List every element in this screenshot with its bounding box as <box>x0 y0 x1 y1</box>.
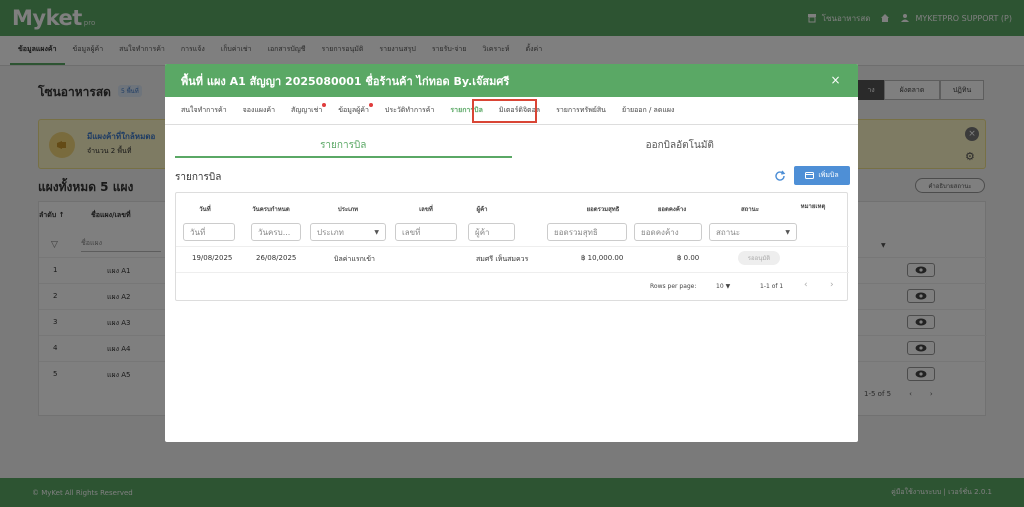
add-bill-label: เพิ่มบิล <box>818 171 839 179</box>
bill-net-total: ฿ 10,000.00 <box>581 254 624 262</box>
col-net-total[interactable]: ยอดรวมสุทธิ <box>562 204 644 214</box>
filter-placeholder: สถานะ <box>716 227 740 237</box>
tab-assets[interactable]: รายการทรัพย์สิน <box>548 105 614 116</box>
bill-due-date: 26/08/2025 <box>256 254 297 262</box>
number-filter[interactable]: เลขที่ <box>395 223 457 241</box>
due-date-filter[interactable]: วันครบ... <box>251 223 301 241</box>
bill-table: วันที่ วันครบกำหนด ประเภท เลขที่ ผู้ค้า … <box>175 192 849 301</box>
col-number[interactable]: เลขที่ <box>396 204 456 214</box>
col-date[interactable]: วันที่ <box>176 204 234 214</box>
tab-booking[interactable]: จองแผงค้า <box>235 105 283 116</box>
col-due-date[interactable]: วันครบกำหนด <box>242 204 300 214</box>
row-divider <box>176 246 849 247</box>
tab-trade-history[interactable]: ประวัติทำการค้า <box>377 105 443 116</box>
subtab-auto-bill[interactable]: ออกบิลอัตโนมัติ <box>512 132 849 158</box>
col-merchant[interactable]: ผู้ค้า <box>452 204 512 214</box>
alert-dot <box>322 103 327 107</box>
status-filter[interactable]: สถานะ ▼ <box>709 223 797 241</box>
type-filter[interactable]: ประเภท ▼ <box>310 223 386 241</box>
tab-label: รายการทรัพย์สิน <box>556 106 606 114</box>
tab-lease[interactable]: สัญญาเช่า <box>283 103 330 116</box>
chevron-down-icon: ▼ <box>785 229 790 236</box>
chevron-left-icon[interactable]: ‹ <box>804 280 808 290</box>
filter-placeholder: เลขที่ <box>402 227 421 237</box>
add-bill-button[interactable]: เพิ่มบิล <box>794 166 850 185</box>
filter-placeholder: ประเภท <box>317 227 344 237</box>
tab-label: ย้ายออก / ลดแผง <box>621 106 675 114</box>
refresh-icon[interactable] <box>774 170 786 182</box>
filter-placeholder: วันที่ <box>190 227 206 237</box>
col-balance[interactable]: ยอดคงค้าง <box>638 204 706 214</box>
col-note[interactable]: หมายเหตุ <box>778 201 848 211</box>
tab-label: จองแผงค้า <box>242 106 276 114</box>
tab-label: ข้อมูลผู้ค้า <box>338 106 369 114</box>
status-badge: รออนุมัติ <box>738 251 780 265</box>
bill-subtabs: รายการบิล ออกบิลอัตโนมัติ <box>175 132 848 158</box>
dialog-title: พื้นที่ แผง A1 สัญญา 2025080001 ชื่อร้าน… <box>181 74 510 88</box>
tab-move-out[interactable]: ย้ายออก / ลดแผง <box>614 105 682 116</box>
bill-type: บิลค่าแรกเข้า <box>334 255 375 263</box>
row-divider <box>176 272 849 273</box>
chevron-right-icon[interactable]: › <box>830 280 834 290</box>
section-title: รายการบิล <box>175 172 222 183</box>
bill-balance: ฿ 0.00 <box>677 254 700 262</box>
active-tab-highlight <box>472 99 537 123</box>
date-filter[interactable]: วันที่ <box>183 223 235 241</box>
subtab-bill-list[interactable]: รายการบิล <box>175 132 512 158</box>
merchant-filter[interactable]: ผู้ค้า <box>468 223 515 241</box>
tab-interested[interactable]: สนใจทำการค้า <box>173 105 235 116</box>
rows-per-page-value: 10 <box>716 283 724 290</box>
col-type[interactable]: ประเภท <box>314 204 382 214</box>
pager-range: 1-1 of 1 <box>760 283 784 290</box>
stall-detail-dialog: พื้นที่ แผง A1 สัญญา 2025080001 ชื่อร้าน… <box>165 64 858 442</box>
tab-merchant[interactable]: ข้อมูลผู้ค้า <box>330 103 377 116</box>
balance-filter[interactable]: ยอดคงค้าง <box>634 223 702 241</box>
bill-merchant: สมศรี เห็นสมควร <box>476 255 529 263</box>
card-icon <box>805 172 815 179</box>
alert-dot <box>368 103 373 107</box>
rows-per-page-label: Rows per page: <box>650 283 697 290</box>
tab-label: สนใจทำการค้า <box>181 106 227 114</box>
bill-date: 19/08/2025 <box>192 254 233 262</box>
dialog-header: พื้นที่ แผง A1 สัญญา 2025080001 ชื่อร้าน… <box>165 64 858 97</box>
filter-placeholder: ยอดรวมสุทธิ <box>554 227 598 237</box>
chevron-down-icon: ▼ <box>725 283 731 290</box>
filter-placeholder: ผู้ค้า <box>475 227 490 237</box>
tab-label: สัญญาเช่า <box>291 106 323 114</box>
close-icon[interactable]: × <box>829 74 842 87</box>
tab-label: ประวัติทำการค้า <box>384 106 435 114</box>
rows-per-page-select[interactable]: 10 ▼ <box>716 283 730 290</box>
filter-placeholder: ยอดคงค้าง <box>641 227 679 237</box>
chevron-down-icon: ▼ <box>374 229 379 236</box>
net-total-filter[interactable]: ยอดรวมสุทธิ <box>547 223 627 241</box>
status-badge-label: รออนุมัติ <box>747 255 771 262</box>
filter-placeholder: วันครบ... <box>258 227 291 237</box>
